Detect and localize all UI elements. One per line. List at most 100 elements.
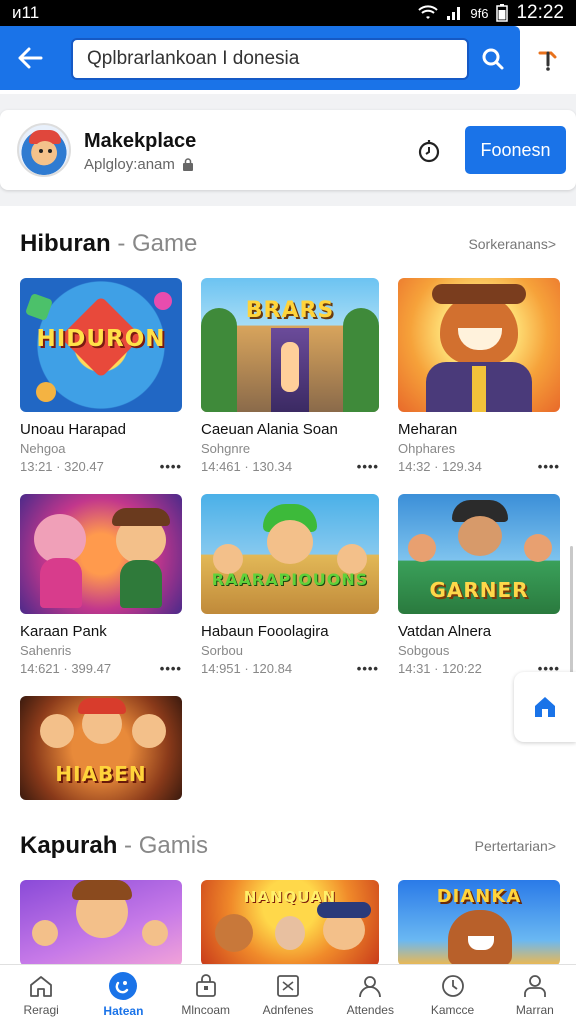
- more-options-icon[interactable]: ••••: [357, 661, 379, 676]
- thumbnail-title: GARNER: [429, 578, 529, 602]
- game-title: Habaun Fooolagira: [201, 623, 329, 640]
- nav-item-bag[interactable]: Mlncoam: [165, 965, 247, 1024]
- game-developer: Sobgous: [398, 643, 450, 658]
- game-thumbnail: NANQUAN: [201, 880, 379, 966]
- game-developer: Ohphares: [398, 441, 456, 456]
- game-card[interactable]: NANQUAN: [201, 880, 379, 966]
- more-options-icon[interactable]: ••••: [160, 661, 182, 676]
- game-meta-text: 14:951 · 120.84: [201, 661, 293, 676]
- game-meta: 14:461 · 130.34 ••••: [201, 459, 379, 474]
- search-query: Qplbrarlankoan I donesia: [87, 48, 300, 69]
- thumbnail-title: HIABEN: [55, 762, 147, 786]
- game-developer: Nehgoa: [20, 441, 66, 456]
- alarm-icon[interactable]: [414, 136, 444, 166]
- thumbnail-title: BRARS: [245, 298, 335, 323]
- nav-item-person[interactable]: Attendes: [329, 965, 411, 1024]
- game-title: Meharan: [398, 421, 458, 438]
- game-card[interactable]: Meharan Ohphares 14:32 · 129.34 ••••: [398, 278, 560, 474]
- nav-item-grid[interactable]: Adnfenes: [247, 965, 329, 1024]
- nav-label: Mlncoam: [181, 1002, 231, 1017]
- carrier-label: ᴎ11: [12, 3, 40, 22]
- search-header: Qplbrarlankoan I donesia: [0, 26, 520, 90]
- clock-icon: [441, 974, 464, 997]
- game-developer: Sohgnre: [201, 441, 251, 456]
- nav-item-home[interactable]: Reragi: [0, 965, 82, 1024]
- game-meta-text: 14:621 · 399.47: [20, 661, 112, 676]
- nav-item-account[interactable]: Marran: [494, 965, 576, 1024]
- game-title: Karaan Pank: [20, 623, 107, 640]
- top-bar: Qplbrarlankoan I donesia: [0, 26, 576, 94]
- game-card[interactable]: HIDURON Unoau Harapad Nehgoa 13:21 · 320…: [20, 278, 182, 474]
- battery-text: 9f6: [470, 5, 489, 21]
- avatar[interactable]: [17, 123, 71, 177]
- app-header: Makekplace Aplgloy:anam Foonesn: [0, 110, 576, 190]
- game-card[interactable]: DIANKA: [398, 880, 560, 966]
- game-developer: Sorbou: [201, 643, 243, 658]
- signal-icon: [447, 7, 461, 20]
- more-options-icon[interactable]: ••••: [357, 459, 379, 474]
- house-icon: [535, 697, 555, 717]
- thumbnail-title: DIANKA: [436, 886, 522, 907]
- bag-icon: [182, 157, 193, 171]
- game-thumbnail: HIDURON: [20, 278, 182, 412]
- game-thumbnail: [20, 880, 182, 966]
- nav-label: Hatean: [103, 1003, 144, 1018]
- back-button[interactable]: [12, 40, 48, 76]
- follow-button[interactable]: Foonesn: [465, 126, 566, 174]
- game-meta-text: 14:31 · 120:22: [398, 661, 482, 676]
- app-subtitle: Aplgloy:anam: [84, 156, 195, 173]
- account-icon: [523, 974, 546, 997]
- nav-label: Marran: [515, 1002, 554, 1017]
- main-content: Hiburan - Game Sorkeranans> HIDURON Unoa…: [0, 206, 576, 966]
- see-all-link-2[interactable]: Pertertarian>: [475, 838, 556, 854]
- game-meta: 14:32 · 129.34 ••••: [398, 459, 560, 474]
- arrow-left-icon: [18, 47, 43, 69]
- floating-home-button[interactable]: [514, 672, 576, 742]
- nav-label: Attendes: [346, 1002, 394, 1017]
- game-card[interactable]: GARNER Vatdan Alnera Sobgous 14:31 · 120…: [398, 494, 560, 676]
- status-bar: ᴎ11 9f6 12:22: [0, 0, 576, 26]
- game-thumbnail: GARNER: [398, 494, 560, 614]
- grid-icon: [277, 974, 299, 997]
- section-1-title: Hiburan: [20, 230, 111, 257]
- game-meta-text: 14:32 · 129.34: [398, 459, 482, 474]
- section-2-title: Kapurah: [20, 832, 118, 859]
- nav-item-clock[interactable]: Kamcce: [411, 965, 493, 1024]
- game-card[interactable]: BRARS Caeuan Alania Soan Sohgnre 14:461 …: [201, 278, 379, 474]
- search-input[interactable]: Qplbrarlankoan I donesia: [71, 38, 469, 80]
- search-icon: [482, 48, 504, 70]
- section-1-subtitle: - Game: [117, 230, 198, 257]
- app-subtitle-text: Aplgloy:anam: [84, 156, 175, 173]
- game-meta: 14:621 · 399.47 ••••: [20, 661, 182, 676]
- options-button[interactable]: [530, 42, 566, 78]
- game-thumbnail: [20, 494, 182, 614]
- game-thumbnail: BRARS: [201, 278, 379, 412]
- game-title: Caeuan Alania Soan: [201, 421, 338, 438]
- game-meta-text: 13:21 · 320.47: [20, 459, 104, 474]
- game-card[interactable]: [20, 880, 182, 966]
- home-icon: [30, 975, 53, 997]
- wifi-icon: [418, 5, 439, 19]
- status-indicators: 9f6 12:22: [418, 2, 564, 24]
- see-all-link-1[interactable]: Sorkeranans>: [468, 236, 556, 252]
- search-button[interactable]: [470, 38, 516, 80]
- game-thumbnail: HIABEN: [20, 696, 182, 800]
- section-title-2: Kapurah - Gamis: [20, 832, 208, 860]
- more-options-icon[interactable]: ••••: [538, 459, 560, 474]
- game-card[interactable]: RAARAPIOUONS Habaun Fooolagira Sorbou 14…: [201, 494, 379, 676]
- game-card[interactable]: HIABEN: [20, 696, 182, 800]
- nav-item-games[interactable]: Hatean: [82, 965, 164, 1024]
- game-title: Vatdan Alnera: [398, 623, 492, 640]
- clock: 12:22: [516, 2, 564, 23]
- more-options-icon[interactable]: ••••: [160, 459, 182, 474]
- game-thumbnail: [398, 278, 560, 412]
- nav-label: Reragi: [23, 1002, 59, 1017]
- tool-icon: [538, 51, 557, 71]
- thumbnail-title: HIDURON: [36, 326, 166, 352]
- game-meta-text: 14:461 · 130.34: [201, 459, 293, 474]
- section-2-subtitle: - Gamis: [124, 832, 209, 859]
- battery-icon: [496, 4, 509, 22]
- game-thumbnail: RAARAPIOUONS: [201, 494, 379, 614]
- game-card[interactable]: Karaan Pank Sahenris 14:621 · 399.47 ••••: [20, 494, 182, 676]
- app-name: Makekplace: [84, 130, 197, 152]
